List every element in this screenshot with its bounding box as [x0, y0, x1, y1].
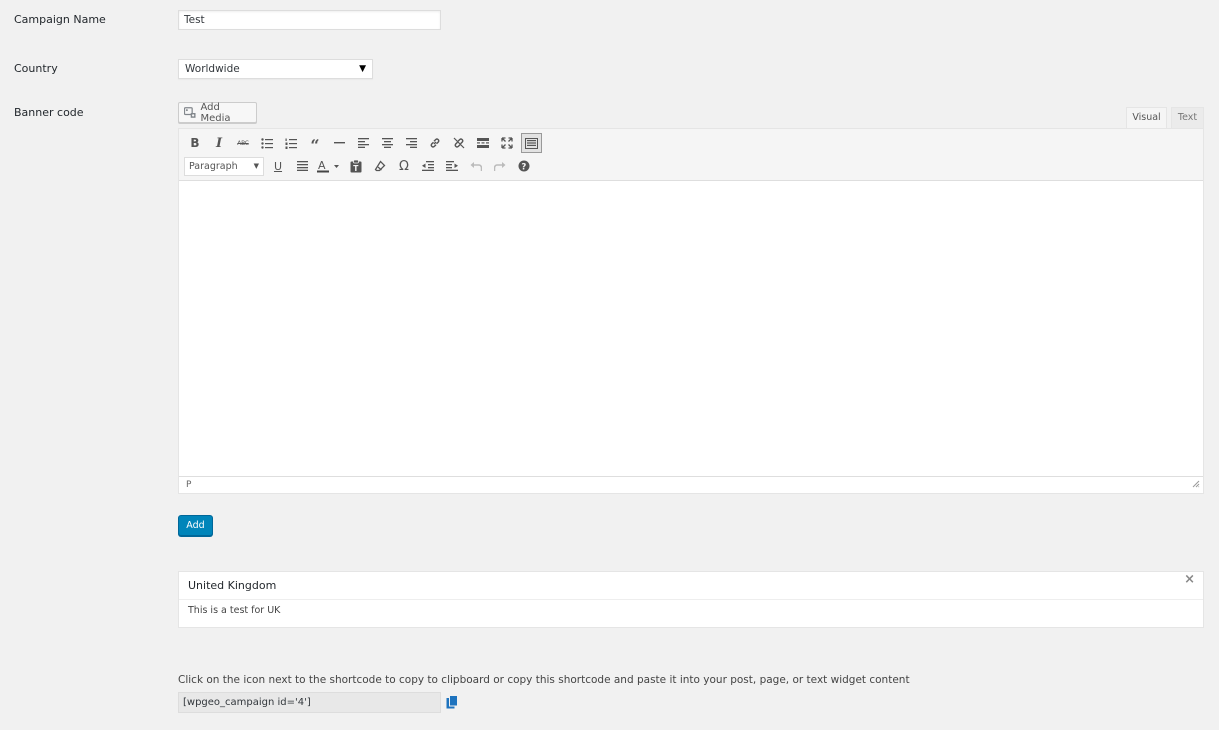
element-path[interactable]: P	[186, 480, 191, 490]
tab-text[interactable]: Text	[1171, 107, 1204, 128]
chevron-down-icon: ▼	[253, 161, 259, 170]
bold-icon[interactable]: B	[183, 132, 207, 154]
blockquote-icon[interactable]: “	[303, 132, 327, 154]
justify-icon[interactable]	[290, 155, 314, 177]
svg-text:A: A	[318, 159, 326, 172]
numbered-list-icon[interactable]	[279, 132, 303, 154]
media-icon	[184, 106, 196, 118]
fullscreen-icon[interactable]	[495, 132, 519, 154]
campaign-entry-country: United Kingdom	[179, 572, 1203, 600]
copy-to-clipboard-icon[interactable]	[446, 695, 458, 709]
horizontal-line-icon[interactable]	[327, 132, 351, 154]
decrease-indent-icon[interactable]	[416, 155, 440, 177]
resize-handle-icon[interactable]	[1192, 480, 1200, 492]
country-select[interactable]: Worldwide ▼	[178, 59, 373, 79]
toolbar-row-2: Paragraph ▼ U A T Ω ?	[183, 155, 536, 177]
rich-text-editor: B I ABC “ Paragraph ▼ U A T Ω ? P	[178, 128, 1204, 494]
editor-status-bar: P	[179, 476, 1203, 493]
dropdown-arrow-icon: ▼	[359, 64, 366, 74]
read-more-icon[interactable]	[471, 132, 495, 154]
align-left-icon[interactable]	[351, 132, 375, 154]
underline-icon[interactable]: U	[266, 155, 290, 177]
paste-as-text-icon[interactable]: T	[344, 155, 368, 177]
bulleted-list-icon[interactable]	[255, 132, 279, 154]
close-icon[interactable]: ×	[1184, 573, 1195, 587]
campaign-entry-panel: United Kingdom × This is a test for UK	[178, 571, 1204, 628]
align-right-icon[interactable]	[399, 132, 423, 154]
editor-toolbar: B I ABC “ Paragraph ▼ U A T Ω ?	[179, 129, 1203, 181]
campaign-name-label: Campaign Name	[14, 13, 106, 26]
shortcode-instructions: Click on the icon next to the shortcode …	[178, 674, 910, 686]
remove-link-icon[interactable]	[447, 132, 471, 154]
italic-icon[interactable]: I	[207, 132, 231, 154]
campaign-entry-content: This is a test for UK	[188, 605, 281, 616]
add-button[interactable]: Add	[178, 515, 213, 536]
campaign-name-input[interactable]: Test	[178, 10, 441, 30]
svg-text:?: ?	[521, 162, 526, 172]
tab-visual[interactable]: Visual	[1126, 107, 1167, 128]
svg-text:T: T	[353, 164, 359, 173]
special-character-icon[interactable]: Ω	[392, 155, 416, 177]
strikethrough-icon[interactable]: ABC	[231, 132, 255, 154]
insert-link-icon[interactable]	[423, 132, 447, 154]
redo-icon[interactable]	[488, 155, 512, 177]
clear-formatting-icon[interactable]	[368, 155, 392, 177]
add-media-label: Add Media	[200, 101, 231, 124]
toolbar-toggle-icon[interactable]	[521, 133, 542, 153]
paragraph-format-value: Paragraph	[189, 160, 238, 172]
increase-indent-icon[interactable]	[440, 155, 464, 177]
shortcode-field[interactable]: [wpgeo_campaign id='4']	[178, 692, 441, 713]
text-color-icon[interactable]: A	[314, 155, 344, 177]
align-center-icon[interactable]	[375, 132, 399, 154]
banner-code-label: Banner code	[14, 106, 84, 119]
help-icon[interactable]: ?	[512, 155, 536, 177]
add-media-button[interactable]: Add Media	[178, 101, 257, 124]
country-label: Country	[14, 62, 58, 75]
toolbar-row-1: B I ABC “	[183, 132, 542, 154]
paragraph-format-select[interactable]: Paragraph ▼	[184, 156, 264, 176]
country-select-value: Worldwide	[185, 63, 240, 75]
editor-content-area[interactable]	[179, 181, 1203, 475]
undo-icon[interactable]	[464, 155, 488, 177]
